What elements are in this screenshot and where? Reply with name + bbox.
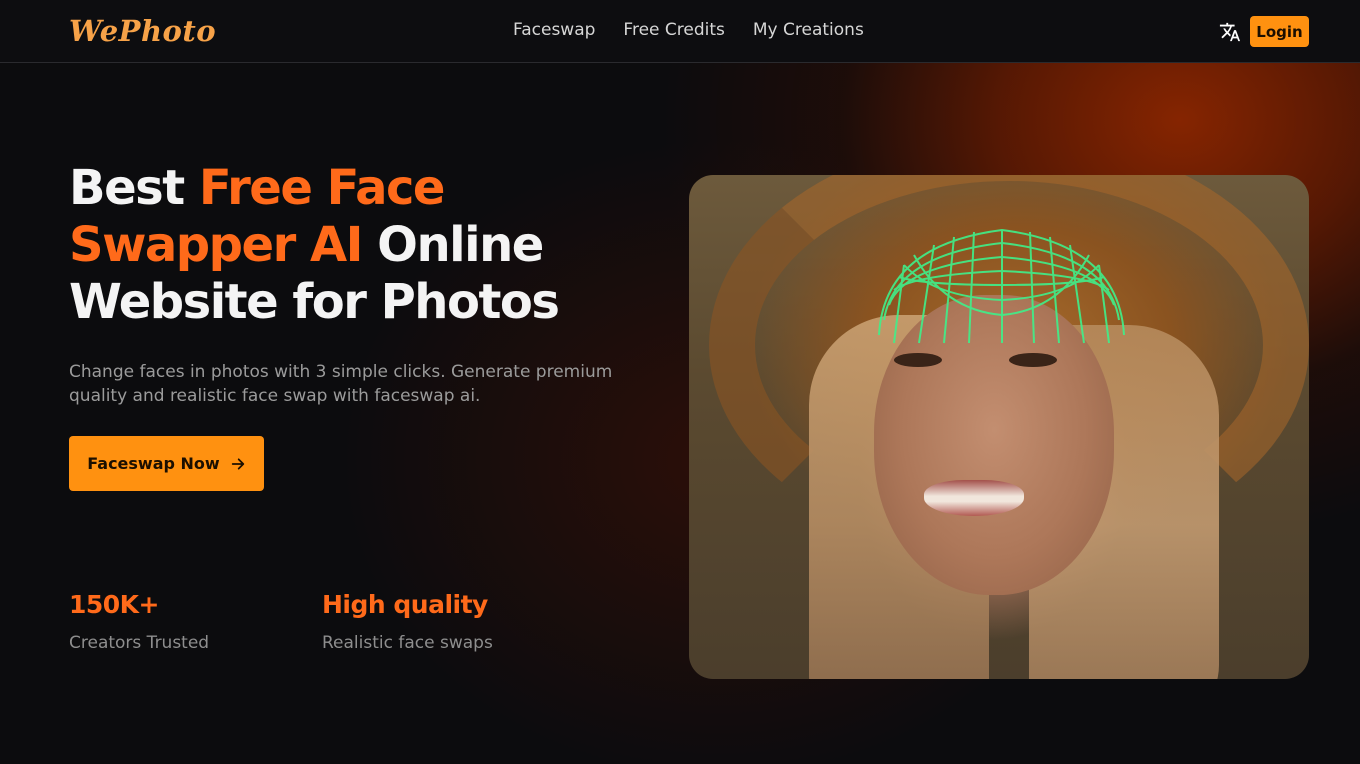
right-eye [1009,353,1057,367]
stat-value: 150K+ [69,590,160,619]
face-mesh-overlay [878,228,1125,344]
cta-label: Faceswap Now [87,454,220,473]
mouth [924,480,1024,516]
nav-link-free-credits[interactable]: Free Credits [623,20,724,40]
stat-label: Creators Trusted [69,633,210,653]
hero-face-image [689,175,1309,679]
translate-icon[interactable] [1219,21,1241,43]
nav-link-faceswap[interactable]: Faceswap [513,20,595,40]
hero-title: Best Free Face Swapper AI Online Website… [69,160,669,331]
left-eye [894,353,942,367]
stat-creators: 150K+ Creators Trusted [69,590,209,653]
main-nav: Faceswap Free Credits My Creations [513,20,892,40]
hero-title-part1: Best [69,160,199,216]
nav-link-my-creations[interactable]: My Creations [753,20,864,40]
faceswap-now-button[interactable]: Faceswap Now [69,436,264,491]
logo[interactable]: WePhoto [69,14,216,48]
top-navbar: WePhoto Faceswap Free Credits My Creatio… [0,0,1360,63]
login-button[interactable]: Login [1250,16,1309,47]
hero-subtitle: Change faces in photos with 3 simple cli… [69,362,613,406]
stat-value: High quality [322,590,488,619]
stat-label: Realistic face swaps [322,633,493,653]
arrow-right-icon [231,457,244,470]
stat-quality: High quality Realistic face swaps [322,590,493,653]
